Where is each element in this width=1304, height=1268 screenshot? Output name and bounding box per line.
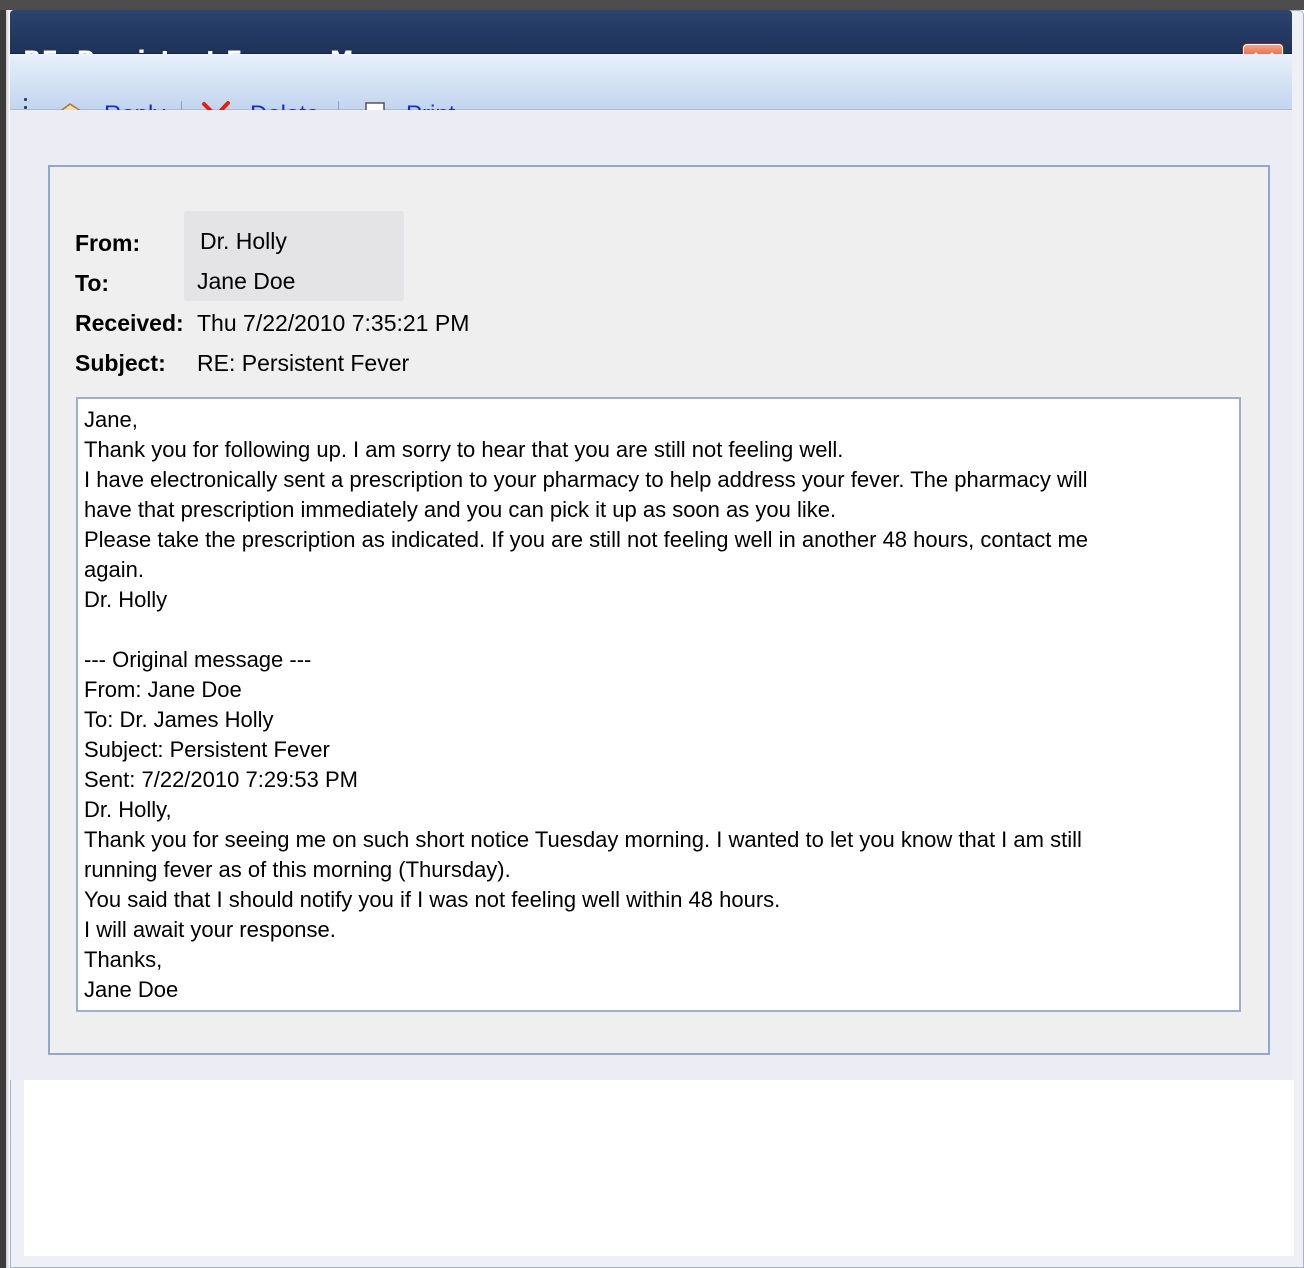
left-edge (0, 10, 10, 1268)
message-body-line (84, 615, 1234, 645)
message-body-line: You said that I should notify you if I w… (84, 887, 781, 912)
received-label: Received: (75, 310, 184, 336)
message-body-line: I will await your response. (84, 917, 336, 942)
message-body-line: Thank you for following up. I am sorry t… (84, 437, 844, 462)
from-value: Dr. Holly (200, 228, 287, 254)
message-body-line: running fever as of this morning (Thursd… (84, 857, 511, 882)
subject-value: RE: Persistent Fever (197, 350, 410, 376)
message-body-line: Thanks, (84, 947, 163, 972)
from-label: From: (75, 230, 141, 256)
message-body-line: Sent: 7/22/2010 7:29:53 PM (84, 767, 358, 792)
top-edge (0, 0, 1304, 10)
message-body-text: Jane, Thank you for following up. I am so… (84, 405, 1234, 1005)
message-body-line: again. (84, 557, 144, 582)
message-body-line: I have electronically sent a prescriptio… (84, 467, 1088, 492)
message-body-line: To: Dr. James Holly (84, 707, 274, 732)
message-body-line: --- Original message --- (84, 647, 312, 672)
message-body-line: From: Jane Doe (84, 677, 242, 702)
message-body-line: Dr. Holly, (84, 797, 172, 822)
empty-area (24, 1080, 1294, 1256)
to-value: Jane Doe (197, 268, 296, 294)
message-body-line: Jane, (84, 407, 138, 432)
message-body-line: Thank you for seeing me on such short no… (84, 827, 1082, 852)
message-body-line: Please take the prescription as indicate… (84, 527, 1089, 552)
received-value: Thu 7/22/2010 7:35:21 PM (197, 310, 470, 336)
to-label: To: (75, 270, 110, 296)
message-body-line: Jane Doe (84, 977, 179, 1002)
message-body-line: have that prescription immediately and y… (84, 497, 837, 522)
subject-label: Subject: (75, 350, 166, 376)
message-body-line: Dr. Holly (84, 587, 168, 612)
message-body-line: Subject: Persistent Fever (84, 737, 330, 762)
